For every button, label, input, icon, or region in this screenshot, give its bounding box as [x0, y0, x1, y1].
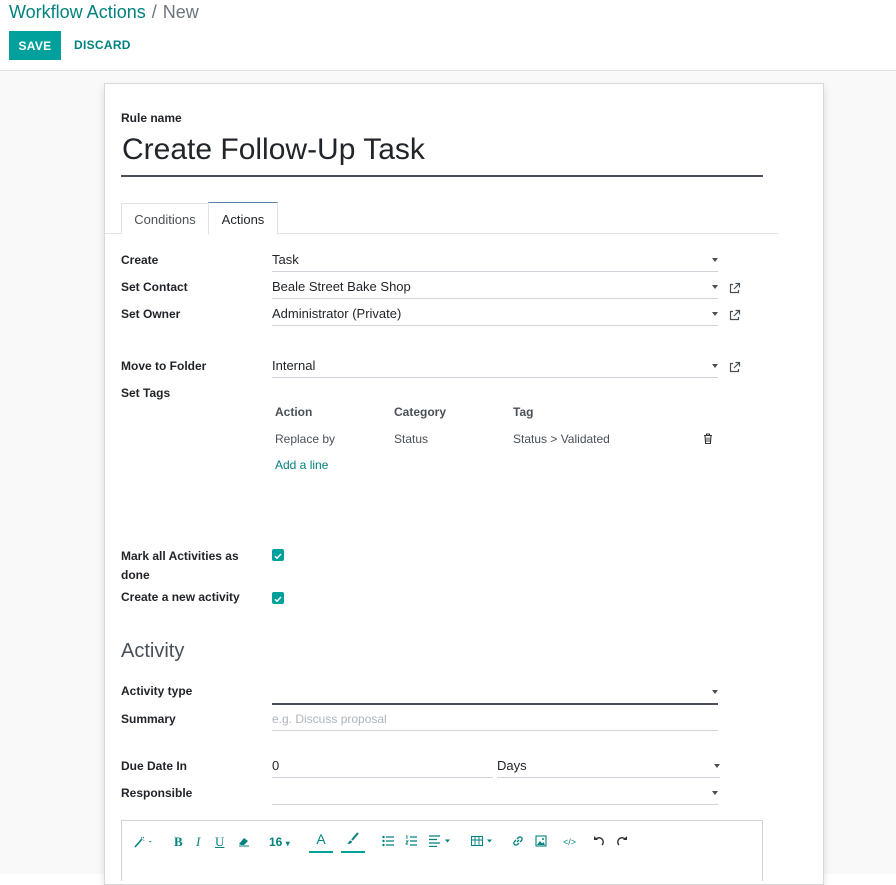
numbered-list-icon[interactable]: [405, 835, 417, 847]
chevron-down-icon: [712, 312, 718, 316]
underline-icon[interactable]: U: [215, 835, 224, 849]
eraser-icon[interactable]: [238, 835, 250, 847]
style-dropdown[interactable]: [133, 835, 155, 849]
due-date-unit-value: Days: [497, 758, 527, 773]
undo-icon[interactable]: [593, 835, 605, 847]
tags-column-category: Category: [394, 405, 447, 419]
chevron-down-icon: [714, 764, 720, 768]
breadcrumb-parent-link[interactable]: Workflow Actions: [9, 2, 146, 22]
redo-icon[interactable]: [616, 835, 628, 847]
due-date-value: 0: [272, 758, 280, 773]
tab-actions[interactable]: Actions: [208, 202, 278, 235]
table-dropdown[interactable]: [471, 835, 495, 847]
form-sheet: Rule name Create Follow-Up Task Conditio…: [104, 83, 824, 885]
font-color-icon[interactable]: A: [309, 831, 333, 853]
mark-done-label-line1: Mark all Activities as: [121, 549, 239, 563]
create-select[interactable]: Task: [272, 249, 718, 272]
mark-done-checkbox[interactable]: [272, 549, 284, 561]
image-icon[interactable]: [535, 835, 547, 847]
create-activity-label: Create a new activity: [121, 590, 240, 604]
link-icon[interactable]: [512, 835, 524, 847]
breadcrumb-separator: /: [151, 2, 157, 22]
due-date-input[interactable]: 0: [272, 755, 493, 778]
set-owner-value: Administrator (Private): [272, 306, 402, 321]
font-size-value: 16: [269, 835, 283, 849]
align-dropdown[interactable]: [429, 835, 453, 847]
chevron-down-icon: [712, 285, 718, 289]
bullet-list-icon[interactable]: [382, 835, 394, 847]
responsible-label: Responsible: [121, 786, 193, 800]
tags-row-tag: Status > Validated: [513, 432, 610, 446]
mark-done-label: Mark all Activities as done: [121, 547, 239, 585]
breadcrumb: Workflow Actions / New: [9, 2, 199, 23]
checkmark-icon: [274, 553, 282, 560]
rule-name-input[interactable]: Create Follow-Up Task: [121, 130, 763, 177]
code-view-icon[interactable]: </>: [563, 835, 576, 849]
tab-conditions[interactable]: Conditions: [121, 203, 209, 234]
trash-icon[interactable]: [703, 433, 713, 444]
chevron-down-icon: [712, 690, 718, 694]
responsible-select[interactable]: [272, 782, 718, 805]
move-to-folder-value: Internal: [272, 358, 316, 373]
set-owner-select[interactable]: Administrator (Private): [272, 303, 718, 326]
move-to-folder-label: Move to Folder: [121, 359, 207, 373]
external-link-icon[interactable]: [728, 361, 741, 374]
bold-icon[interactable]: B: [174, 835, 183, 849]
set-contact-select[interactable]: Beale Street Bake Shop: [272, 276, 718, 299]
set-contact-value: Beale Street Bake Shop: [272, 279, 411, 294]
save-button[interactable]: SAVE: [9, 31, 61, 60]
activity-type-label: Activity type: [121, 684, 193, 698]
paint-brush-icon[interactable]: [341, 831, 365, 853]
italic-icon[interactable]: I: [196, 835, 200, 849]
external-link-icon[interactable]: [728, 309, 741, 322]
create-value: Task: [272, 252, 299, 267]
magic-wand-icon: [134, 836, 152, 848]
control-panel: Workflow Actions / New SAVE DISCARD: [0, 0, 896, 71]
chevron-down-icon: [712, 364, 718, 368]
activity-type-select[interactable]: [272, 681, 718, 705]
tags-column-tag: Tag: [513, 405, 534, 419]
create-activity-checkbox[interactable]: [272, 592, 284, 604]
set-contact-label: Set Contact: [121, 280, 188, 294]
tags-row-category: Status: [394, 432, 429, 446]
add-a-line-link[interactable]: Add a line: [275, 458, 328, 472]
table-row[interactable]: Replace by Status Status > Validated: [271, 424, 721, 452]
create-label: Create: [121, 253, 159, 267]
external-link-icon[interactable]: [728, 282, 741, 295]
set-owner-label: Set Owner: [121, 307, 181, 321]
html-editor[interactable]: B I U 16 ▾ A </>: [121, 820, 763, 881]
activity-section-title: Activity: [121, 640, 185, 662]
move-to-folder-select[interactable]: Internal: [272, 355, 718, 378]
summary-input[interactable]: e.g. Discuss proposal: [272, 708, 718, 731]
breadcrumb-current: New: [162, 2, 199, 22]
due-date-unit-select[interactable]: Days: [497, 755, 720, 778]
set-tags-label: Set Tags: [121, 386, 171, 400]
summary-label: Summary: [121, 712, 176, 726]
tags-row-action: Replace by: [275, 432, 336, 446]
rule-name-label: Rule name: [121, 111, 182, 125]
font-size-dropdown[interactable]: 16 ▾: [269, 835, 290, 851]
mark-done-label-line2: done: [121, 568, 150, 582]
chevron-down-icon: [712, 791, 718, 795]
checkmark-icon: [274, 596, 282, 603]
tags-column-action: Action: [275, 405, 313, 419]
discard-button[interactable]: DISCARD: [74, 38, 131, 52]
summary-placeholder: e.g. Discuss proposal: [272, 712, 387, 726]
chevron-down-icon: [712, 258, 718, 262]
due-date-label: Due Date In: [121, 759, 188, 773]
